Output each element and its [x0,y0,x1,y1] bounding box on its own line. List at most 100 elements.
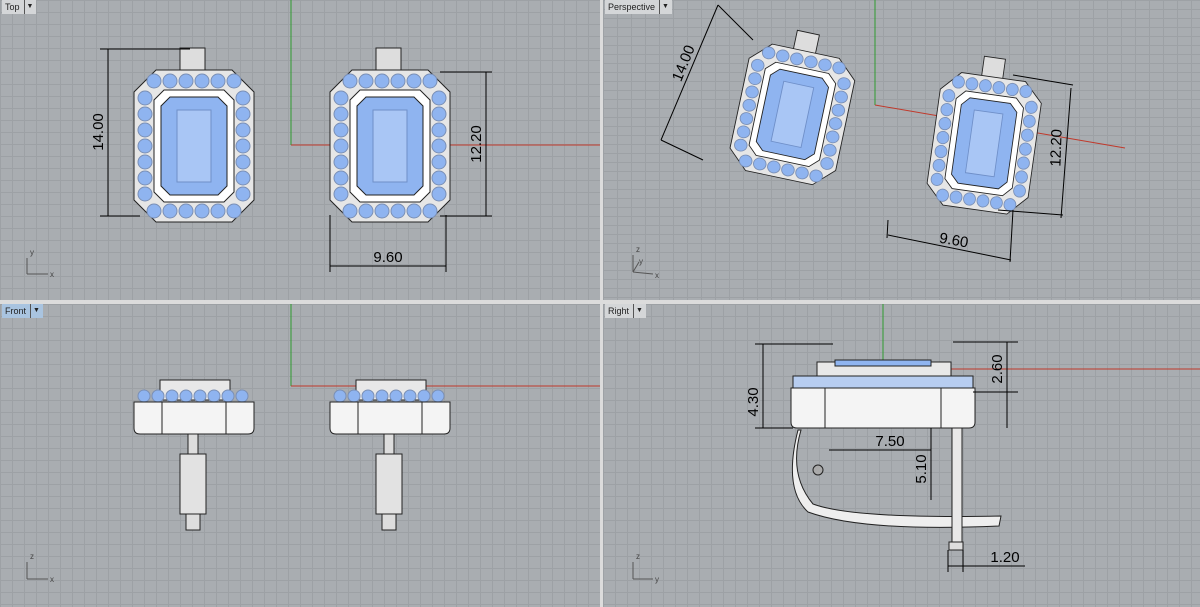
halo-stone [389,389,403,403]
post [185,513,201,531]
halo-stone [431,170,447,186]
viewport-title: Top [5,2,20,12]
chevron-down-icon[interactable]: ▼ [633,304,643,318]
axis-icon [632,562,653,580]
halo-stone [235,138,251,154]
axis-icon [26,258,48,275]
axis-icon [26,562,48,580]
earring-top-view [133,47,255,223]
halo-stone [347,389,361,403]
dimension-9-60: 9.60 [373,249,402,266]
halo-stone [333,389,347,403]
viewport-title: Perspective [608,2,656,12]
halo-stone [361,389,375,403]
halo-stone [374,203,390,219]
halo-stone [333,138,349,154]
earring-front-view [329,379,451,531]
dimension-5-10: 5.10 [913,454,930,483]
halo-stone [333,90,349,106]
dimension-12-20: 12.20 [468,125,485,163]
halo-stone [137,186,153,202]
halo-stone [146,73,162,89]
halo-base [329,401,451,435]
halo-stone [431,90,447,106]
chevron-down-icon[interactable]: ▼ [30,304,40,318]
halo-stone [333,122,349,138]
viewport-label-perspective[interactable]: Perspective ▼ [605,0,672,14]
halo-stone [235,154,251,170]
halo-stone [374,73,390,89]
halo-stone [178,203,194,219]
halo-stone [194,203,210,219]
viewport-label-top[interactable]: Top ▼ [2,0,37,14]
halo-stone [221,389,235,403]
dimension-14: 14.00 [669,43,699,84]
halo-stone [137,106,153,122]
lever [179,453,207,515]
halo-stone [431,154,447,170]
halo-stone [137,389,151,403]
halo-stone [226,203,242,219]
halo-stone [431,389,445,403]
earring-top-view [926,55,1042,215]
halo-stone [431,186,447,202]
halo-stone [193,389,207,403]
halo-stone [165,389,179,403]
dimension-14: 14.00 [90,113,107,151]
halo-stone [358,203,374,219]
halo-stone [358,73,374,89]
viewport-label-front[interactable]: Front ▼ [2,304,43,318]
halo-stone [422,73,438,89]
halo-stone [342,203,358,219]
right-canvas: 4.30 2.60 7.50 5.10 1.20 z y [632,304,1200,584]
halo-stone [235,90,251,106]
chevron-down-icon[interactable]: ▼ [659,0,669,14]
viewport-perspective[interactable]: 14.00 12.20 9.60 z y x Perspective ▼ [603,0,1200,300]
earring-top-view [329,47,451,223]
lever [375,453,403,515]
halo-stone [333,106,349,122]
viewport-top[interactable]: 14.00 12.20 9.60 y x Top ▼ [0,0,600,300]
halo-base [133,401,255,435]
perspective-canvas: 14.00 12.20 9.60 z y x [632,0,1126,280]
halo-stone [422,203,438,219]
halo-stone [333,170,349,186]
halo-stone [137,90,153,106]
front-canvas: z x [26,304,600,584]
halo-stone [390,203,406,219]
top-canvas: 14.00 12.20 9.60 y x [26,0,600,279]
halo-stone [162,73,178,89]
halo-stone [235,186,251,202]
axis-label-y: y [30,248,34,257]
halo-stone [178,73,194,89]
halo-stone [235,170,251,186]
post [381,513,397,531]
axis-label-z: z [636,552,640,561]
viewport-front[interactable]: z x Front ▼ [0,304,600,607]
halo-stone [235,106,251,122]
axis-label-y: y [639,257,643,266]
halo-stone [375,389,389,403]
viewport-title: Right [608,306,630,316]
axis-icon [632,255,654,275]
halo-stone [431,138,447,154]
halo-stone [137,122,153,138]
halo-stone [235,122,251,138]
halo-stone [406,73,422,89]
halo-stone [342,73,358,89]
viewport-right[interactable]: 4.30 2.60 7.50 5.10 1.20 z y Right ▼ [603,304,1200,607]
halo-stone [210,73,226,89]
dimension-1-20: 1.20 [990,549,1019,566]
halo-stone [390,73,406,89]
dimension-9-60: 9.60 [938,230,970,252]
dimension-12-20: 12.20 [1047,129,1065,167]
halo-stone [194,73,210,89]
axis-label-z: z [636,245,640,254]
halo-stone [210,203,226,219]
gem-table [176,109,212,183]
earring-side-profile [790,359,1002,551]
axis-label-x: x [50,270,54,279]
chevron-down-icon[interactable]: ▼ [23,0,33,14]
viewport-label-right[interactable]: Right ▼ [605,304,646,318]
dimension-7-50: 7.50 [875,433,904,450]
